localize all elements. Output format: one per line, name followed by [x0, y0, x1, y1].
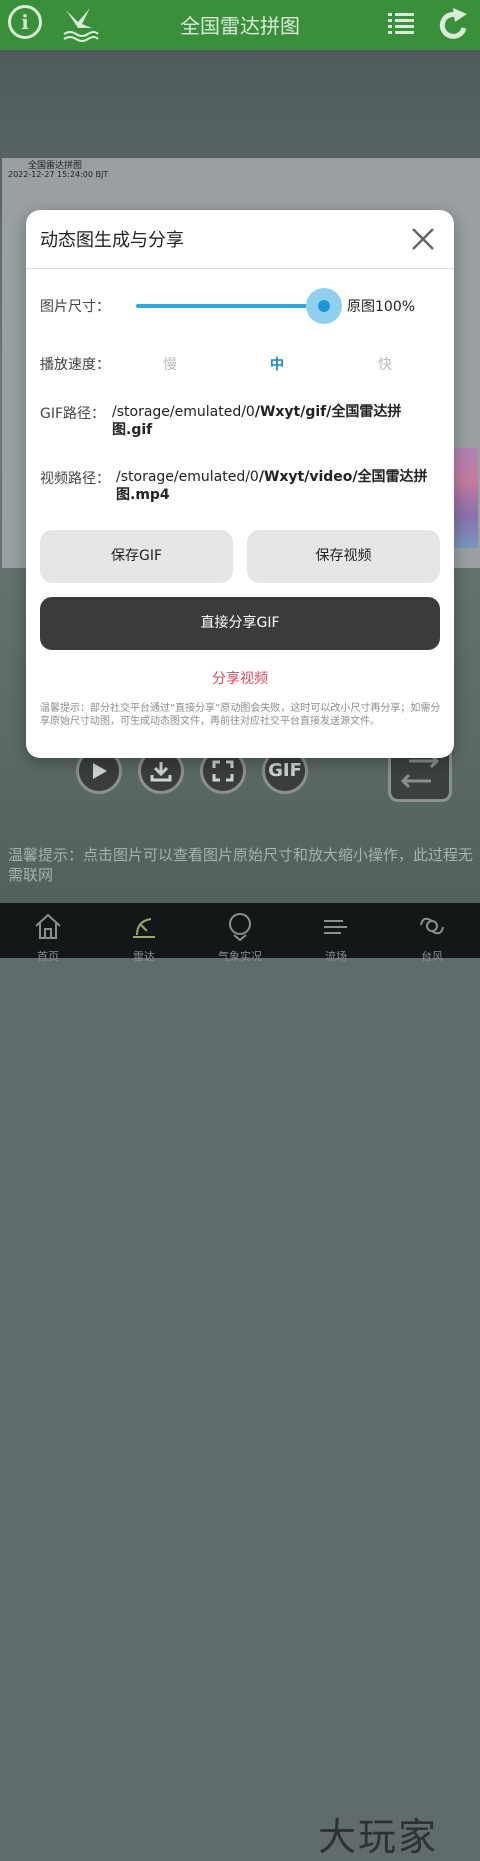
- nav-label: 气象实况: [218, 950, 262, 963]
- nav-label: 首页: [37, 950, 59, 963]
- video-path-filename: 图.mp4: [116, 487, 170, 503]
- nav-item-flow-field[interactable]: 流场: [288, 903, 384, 963]
- video-path-prefix: /storage/emulated/0: [116, 469, 259, 485]
- background-tip: 温馨提示：点击图片可以查看图片原始尺寸和放大缩小操作，此过程无需联网: [8, 846, 474, 884]
- bottom-nav: 首页 雷达 气象实况 流场 台风 大玩家: [0, 903, 480, 1859]
- gif-path-rest: /Wxyt/gif/全国雷达拼: [254, 404, 402, 420]
- top-bar: i 全国雷达拼图: [0, 0, 480, 50]
- list-icon[interactable]: [388, 12, 414, 36]
- dialog-title: 动态图生成与分享: [40, 230, 184, 251]
- expand-icon: [212, 760, 234, 782]
- nav-item-typhoon[interactable]: 台风: [384, 903, 480, 963]
- speed-option-fast[interactable]: 快: [378, 354, 392, 374]
- speed-option-slow[interactable]: 慢: [163, 354, 177, 374]
- gif-share-dialog: 动态图生成与分享 图片尺寸： 原图100% 播放速度： 慢 中 快 GIF路径：…: [26, 210, 454, 758]
- share-video-link[interactable]: 分享视频: [26, 668, 454, 688]
- wind-icon: [324, 920, 347, 934]
- speed-option-medium[interactable]: 中: [270, 354, 284, 374]
- typhoon-icon: [420, 917, 444, 935]
- size-value: 原图100%: [347, 299, 416, 315]
- thermometer-badge-icon: [229, 913, 251, 941]
- size-slider-handle[interactable]: [318, 300, 330, 312]
- radar-legend: [452, 448, 478, 548]
- nav-item-radar[interactable]: 雷达: [96, 903, 192, 963]
- play-icon: [93, 763, 107, 779]
- home-icon: [35, 913, 61, 939]
- nav-label: 台风: [421, 950, 443, 963]
- gif-path: /storage/emulated/0/Wxyt/gif/全国雷达拼 图.gif: [112, 403, 432, 439]
- close-icon[interactable]: [410, 226, 436, 252]
- refresh-icon[interactable]: [437, 6, 471, 42]
- nav-item-home[interactable]: 首页: [0, 903, 96, 963]
- watermark: 大玩家: [318, 1815, 439, 1859]
- map-timestamp: 2022-12-27 15:24:00 BJT: [8, 170, 109, 179]
- video-path-rest: /Wxyt/video/全国雷达拼: [258, 469, 428, 485]
- gif-path-filename: 图.gif: [112, 422, 153, 438]
- nav-label: 雷达: [133, 950, 155, 963]
- divider: [26, 268, 454, 269]
- gif-path-label: GIF路径：: [40, 406, 106, 422]
- size-label: 图片尺寸：: [40, 299, 110, 315]
- download-icon: [150, 762, 172, 782]
- speed-label: 播放速度：: [40, 357, 110, 373]
- video-path: /storage/emulated/0/Wxyt/video/全国雷达拼 图.m…: [116, 468, 440, 504]
- size-slider[interactable]: [136, 304, 324, 308]
- save-video-button[interactable]: 保存视频: [247, 530, 440, 583]
- video-path-label: 视频路径：: [40, 471, 110, 487]
- gif-path-prefix: /storage/emulated/0: [112, 404, 255, 420]
- gif-label: GIF: [268, 760, 302, 781]
- share-gif-button[interactable]: 直接分享GIF: [40, 597, 440, 650]
- dialog-tip: 温馨提示：部分社交平台通过“直接分享”原动图会失败，这时可以改小尺寸再分享；如需…: [40, 703, 441, 727]
- nav-label: 流场: [325, 950, 347, 963]
- nav-item-weather-live[interactable]: 气象实况: [192, 903, 288, 963]
- radar-dish-icon: [133, 918, 155, 938]
- save-gif-button[interactable]: 保存GIF: [40, 530, 233, 583]
